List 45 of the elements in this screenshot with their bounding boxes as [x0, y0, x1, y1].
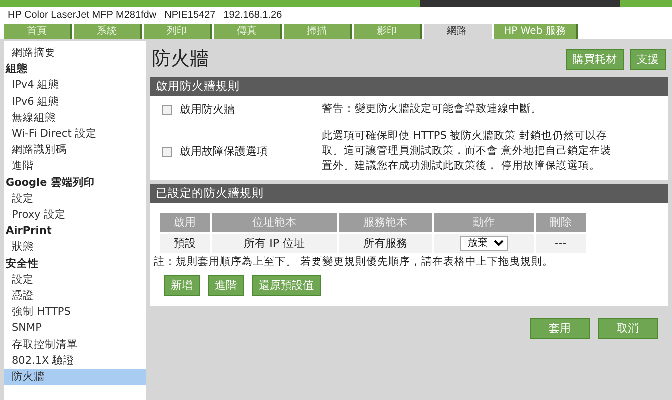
column-header: 啟用	[160, 213, 210, 232]
sidebar-heading: AirPrint	[5, 224, 53, 240]
sidebar-heading: 組態	[4, 62, 29, 78]
sidebar-item[interactable]: IPv4 組態	[4, 77, 146, 94]
device-name: HP Color LaserJet MFP M281fdw	[8, 10, 157, 21]
sidebar-item[interactable]: 802.1X 驗證	[4, 352, 146, 370]
column-header: 服務範本	[339, 213, 432, 232]
table-cell: 預設	[160, 234, 210, 253]
column-header: 位址範本	[212, 213, 338, 232]
section-header: 已設定的防火牆規則	[150, 184, 668, 203]
sidebar-item[interactable]: 強制 HTTPS	[4, 304, 146, 320]
nav-tab[interactable]: 網路	[424, 24, 492, 39]
sidebar-heading: Google 雲端列印	[5, 176, 96, 191]
sidebar-item[interactable]: 憑證	[4, 288, 146, 304]
sidebar-item[interactable]: 狀態	[4, 239, 146, 256]
page-title: 防火牆	[152, 47, 210, 72]
sidebar-item[interactable]: 存取控制清單	[4, 336, 146, 353]
column-header: 刪除	[536, 213, 586, 232]
option-label: 啟用防火牆	[180, 102, 236, 117]
sidebar-item[interactable]: 進階	[4, 158, 146, 175]
table-cell: 所有 IP 位址	[212, 234, 338, 253]
sidebar-item[interactable]: Wi-Fi Direct 設定	[4, 126, 146, 142]
checkbox[interactable]	[162, 104, 172, 114]
checkbox[interactable]	[162, 146, 172, 156]
sidebar-item[interactable]: 設定	[4, 190, 146, 208]
table-cell: ---	[536, 234, 586, 253]
sidebar-item[interactable]: 網路摘要	[4, 45, 146, 62]
host-name: NPIE15427	[164, 10, 216, 21]
option-description: 警告：變更防火牆設定可能會導致連線中斷。	[322, 102, 543, 117]
sidebar-item[interactable]: 防火牆	[4, 369, 146, 386]
column-header: 動作	[434, 213, 534, 232]
sidebar-item[interactable]: 無線組態	[4, 110, 146, 126]
option-label: 啟用故障保護選項	[180, 144, 269, 159]
sidebar-item[interactable]: SNMP	[4, 320, 146, 337]
ip-address: 192.168.1.26	[224, 10, 282, 21]
sidebar-heading: 安全性	[5, 256, 40, 272]
sidebar-item[interactable]: 設定	[4, 272, 146, 288]
note-text: 註：規則套用順序為上至下。 若要變更規則優先順序，請在表格中上下拖曳規則。	[153, 255, 554, 269]
sidebar-item[interactable]: Proxy 設定	[4, 207, 146, 224]
sidebar-item[interactable]: IPv6 組態	[4, 94, 146, 110]
table-cell: 所有服務	[339, 234, 432, 253]
action-dropdown[interactable]: 放棄	[460, 236, 508, 251]
option-description: 此選項可確保即使 HTTPS 被防火牆政策 封鎖也仍然可以存取。這可讓管理員測試政策，而不會 意外地把自己鎖定在裝置外。建議您在成功測試此政策後， 停用故障保護選項。	[322, 129, 612, 174]
section-header: 啟用防火牆規則	[150, 77, 668, 96]
sidebar-item[interactable]: 網路識別碼	[4, 142, 146, 158]
